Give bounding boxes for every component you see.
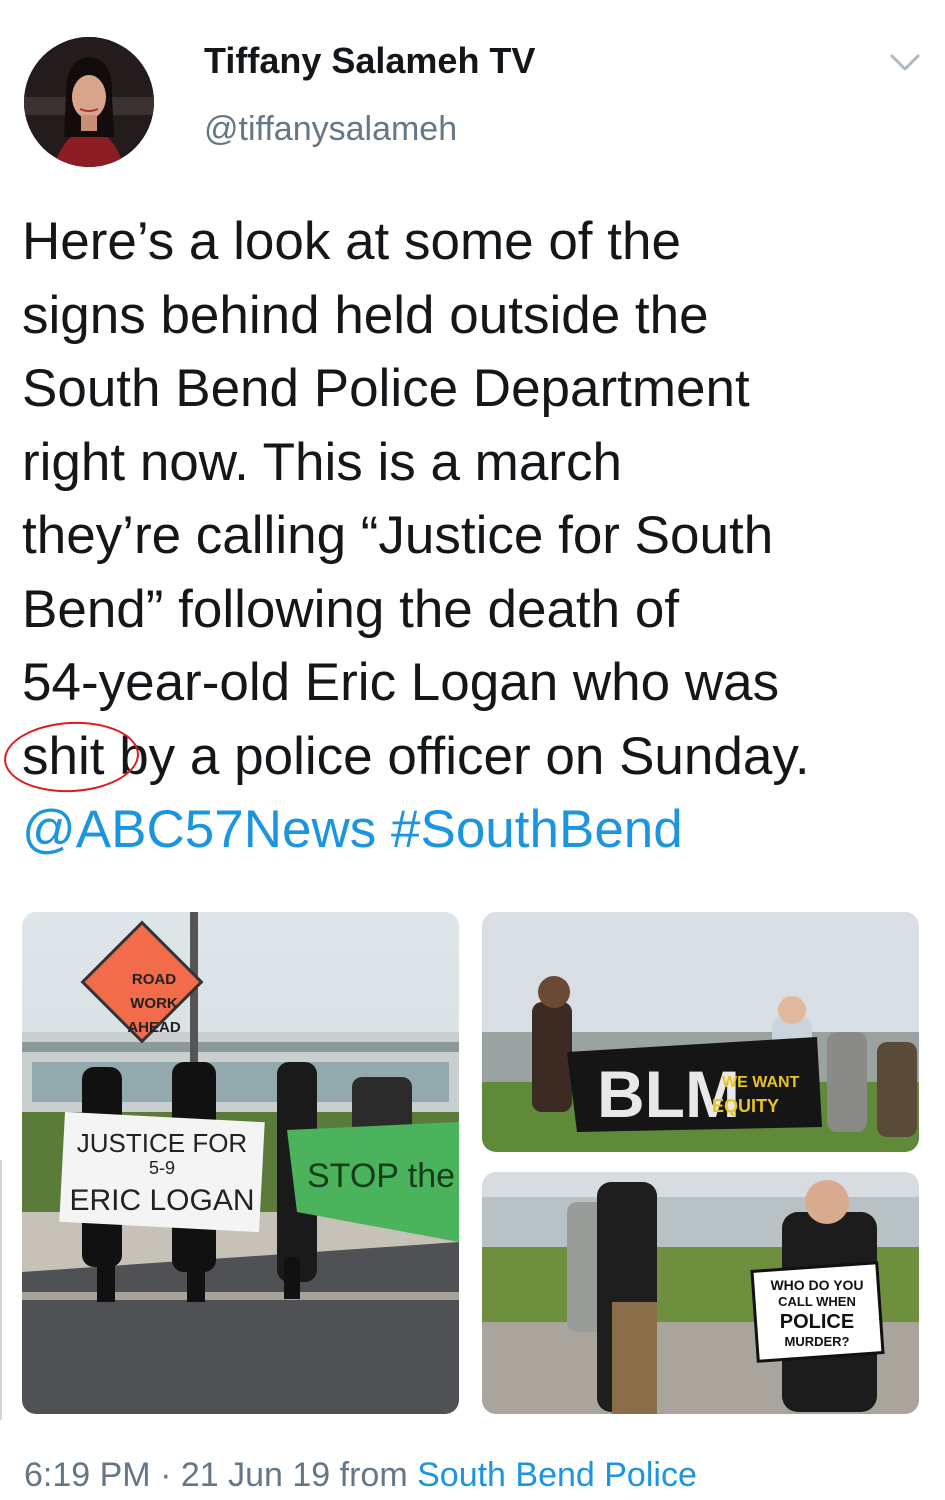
circled-word: shit [2, 718, 141, 795]
sign-police-line: MURDER? [785, 1334, 850, 1349]
banner-stop-text: STOP the [307, 1157, 455, 1195]
display-name[interactable]: Tiffany Salameh TV [204, 40, 535, 82]
banner-justice-line: 5-9 [149, 1158, 175, 1178]
banner-equity-line: WE WANT [722, 1074, 800, 1091]
chevron-down-icon[interactable] [888, 50, 922, 74]
tweet-date[interactable]: 21 Jun 19 [181, 1456, 330, 1494]
tweet-links-line: @ABC57News #SouthBend [22, 793, 922, 867]
mention-link[interactable]: @ABC57News [22, 800, 376, 859]
tweet-line-rest: by a police officer on Sunday. [104, 726, 810, 786]
banner-equity-line: EQUITY [712, 1096, 779, 1116]
tweet-photo-2[interactable]: BLM WE WANT EQUITY [482, 912, 919, 1152]
tweet-line: signs behind held outside the [22, 285, 709, 345]
sign-police-line: POLICE [780, 1311, 854, 1333]
sign-road-line: AHEAD [127, 1019, 181, 1036]
tweet-line: Here’s a look at some of the [22, 212, 681, 271]
banner-justice-line: ERIC LOGAN [69, 1184, 254, 1217]
tweet-line: they’re calling “Justice for South [22, 506, 774, 565]
tweet-line: right now. This is a march [22, 432, 622, 492]
user-handle[interactable]: @tiffanysalameh [204, 110, 457, 149]
sign-road-line: ROAD [132, 971, 176, 988]
tweet-meta: 6:19 PM · 21 Jun 19 from South Bend Poli… [24, 1456, 697, 1495]
tweet-line: shit by a police officer on Sunday. [2, 718, 922, 795]
meta-from: from [330, 1456, 418, 1494]
banner-justice-line: JUSTICE FOR [77, 1128, 247, 1158]
meta-separator: · [150, 1456, 181, 1494]
sign-road-line: WORK [130, 995, 178, 1012]
divider [0, 1160, 2, 1420]
tweet-time[interactable]: 6:19 PM [24, 1456, 151, 1494]
source-link[interactable]: South Bend Police [417, 1456, 697, 1494]
avatar[interactable] [24, 37, 154, 167]
banner-blm-text: BLM [597, 1057, 740, 1131]
tweet-text: Here’s a look at some of the signs behin… [2, 205, 922, 867]
sign-police-line: CALL WHEN [778, 1294, 856, 1309]
tweet-line: 54-year-old Eric Logan who was [22, 653, 780, 712]
sign-police-line: WHO DO YOU [770, 1277, 863, 1293]
hashtag-link[interactable]: #SouthBend [391, 800, 683, 859]
tweet-line: South Bend Police Department [22, 359, 750, 418]
tweet-line: Bend” following the death of [22, 579, 680, 639]
tweet-photo-3[interactable]: WHO DO YOU CALL WHEN POLICE MURDER? [482, 1172, 919, 1414]
tweet-photo-1[interactable]: ROAD WORK AHEAD JUSTICE FOR 5-9 ERIC LOG… [22, 912, 459, 1414]
